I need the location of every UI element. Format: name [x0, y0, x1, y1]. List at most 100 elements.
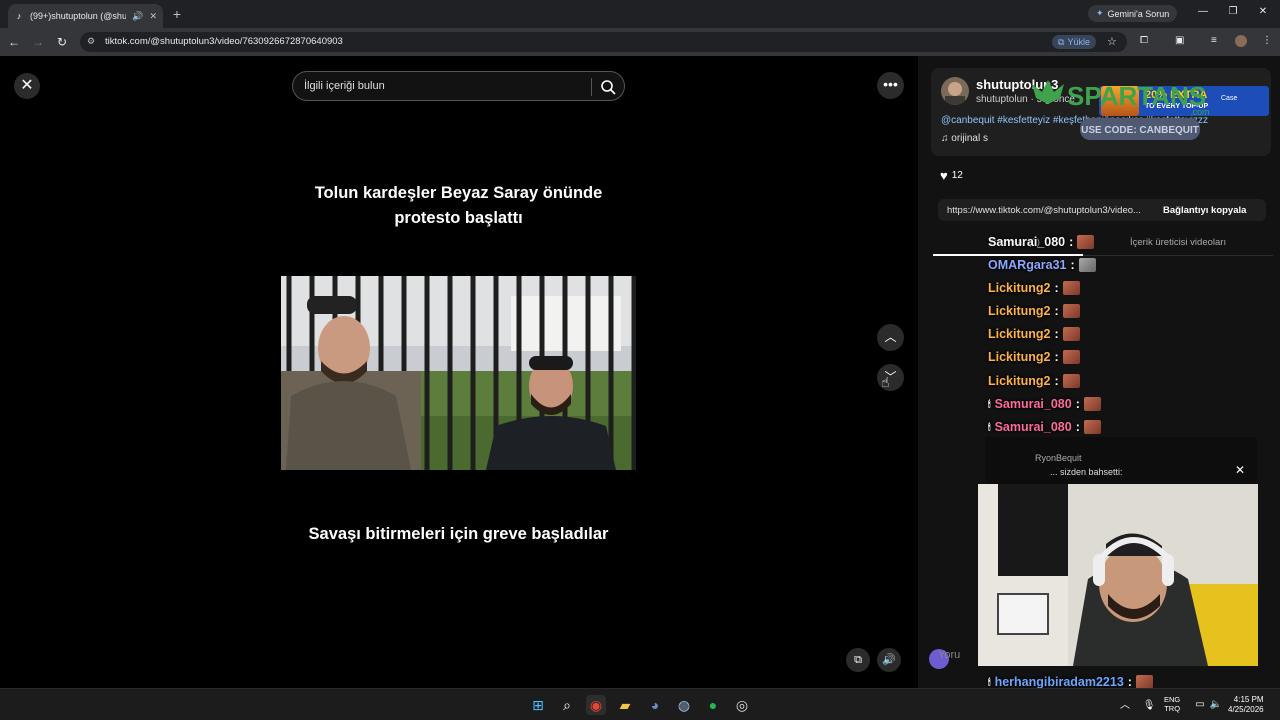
chat-separator: : — [1075, 420, 1080, 434]
minimize-icon[interactable]: — — [1194, 6, 1212, 17]
reload-icon[interactable]: ↻ — [54, 34, 70, 50]
spartans-name: SPARTANS — [1067, 81, 1206, 111]
microphone-icon: 🎙 — [1142, 700, 1156, 711]
install-icon: ⧉ — [1058, 36, 1065, 47]
mention-notification: RyonBequit ... sizden bahsetti: ✕ — [985, 437, 1257, 484]
comment-input[interactable]: Yoru — [938, 649, 960, 661]
hand-cursor-icon: ☝ — [881, 374, 890, 390]
install-label: Yükle — [1067, 37, 1090, 47]
video-photo — [281, 276, 636, 470]
chat-username: Lickitung2 — [988, 327, 1051, 341]
chat-message: 🕯Samurai_080: — [988, 420, 1101, 434]
extensions-icon[interactable]: ⧠ — [1140, 35, 1148, 46]
gemini-label: Gemini'a Sorun — [1107, 8, 1170, 19]
tab-close-icon[interactable]: ✕ — [149, 11, 157, 22]
caption-top-line2: protesto başlattı — [394, 209, 523, 227]
chat-username: Samurai_080 — [994, 420, 1072, 434]
forward-icon[interactable]: → — [30, 34, 46, 50]
tray-icons[interactable]: ︿ 🎙 — [1120, 696, 1155, 711]
video-caption-top: Tolun kardeşler Beyaz Saray önünde prote… — [281, 181, 636, 231]
share-link-text[interactable]: https://www.tiktok.com/@shutuptolun3/vid… — [947, 205, 1141, 216]
previous-video-button[interactable]: ︿ — [877, 324, 904, 351]
chat-emote-icon — [1135, 675, 1153, 689]
chat-separator: : — [1070, 258, 1075, 272]
url-text[interactable]: tiktok.com/@shutuptolun3/video/763092667… — [105, 36, 343, 47]
copy-link-button[interactable]: Bağlantıyı kopyala — [1163, 205, 1246, 216]
chat-message: Lickitung2: — [988, 374, 1080, 388]
heart-icon: ♥ — [940, 168, 948, 183]
post-music[interactable]: ♫ orijinal s — [941, 133, 988, 144]
back-icon[interactable]: ← — [6, 34, 22, 50]
tab-audio-icon[interactable]: 🔊 — [132, 11, 143, 22]
gemini-sparkle-icon: ✦ — [1096, 8, 1104, 18]
music-note-icon: ♫ — [941, 133, 952, 144]
site-info-icon[interactable]: ⚙ — [87, 36, 95, 47]
browser-tab-strip: ♪ (99+)shutuptolun (@shutu 🔊 ✕ + ✦ Gemin… — [0, 0, 1280, 28]
chat-separator: : — [1054, 327, 1059, 341]
restore-icon[interactable]: ❐ — [1224, 6, 1242, 17]
file-explorer-icon[interactable]: ▰ — [615, 695, 635, 715]
new-tab-button[interactable]: + — [170, 5, 184, 23]
like-count: 12 — [951, 170, 963, 181]
close-icon: ✕ — [20, 77, 34, 94]
chat-separator: : — [1054, 350, 1059, 364]
tab-title: (99+)shutuptolun (@shutu — [30, 11, 127, 21]
share-link-row: https://www.tiktok.com/@shutuptolun3/vid… — [938, 199, 1266, 221]
chat-message: Lickitung2: — [988, 304, 1080, 318]
video-player[interactable]: İlgili içeriği bulun Tolun kardeşler Bey… — [281, 56, 636, 688]
search-icon[interactable] — [598, 77, 618, 97]
chat-message: Samurai_080: — [988, 235, 1095, 249]
chat-username: Lickitung2 — [988, 304, 1051, 318]
streamer-webcam — [978, 484, 1258, 666]
active-tab-indicator — [933, 254, 1083, 256]
caption-top-line1: Tolun kardeşler Beyaz Saray önünde — [314, 184, 603, 202]
chat-separator: : — [1069, 235, 1074, 249]
chat-badge-icon: 🕯 — [988, 676, 991, 687]
volume-button[interactable]: 🔊 — [877, 648, 901, 672]
more-options-button[interactable]: ••• — [877, 72, 904, 99]
gemini-button[interactable]: ✦ Gemini'a Sorun — [1088, 5, 1178, 22]
chat-username: Samurai_080 — [988, 235, 1066, 249]
windows-start-icon[interactable]: ⊞ — [528, 695, 548, 715]
search-placeholder: İlgili içeriği bulun — [304, 80, 385, 92]
chat-badge-icon: 🕯 — [988, 398, 991, 409]
window-close-icon[interactable]: ✕ — [1254, 6, 1272, 17]
related-search-bar[interactable]: İlgili içeriği bulun — [292, 71, 625, 101]
app-icon[interactable]: ◎ — [732, 695, 752, 715]
notification-close-icon[interactable]: ✕ — [1235, 463, 1245, 477]
creator-avatar[interactable] — [941, 77, 969, 105]
input-language[interactable]: ENG TRQ — [1164, 695, 1180, 713]
browser-toolbar: ← → ↻ ⚙ tiktok.com/@shutuptolun3/video/7… — [0, 28, 1280, 56]
chat-username: OMARgara31 — [988, 258, 1067, 272]
spotify-icon[interactable]: ● — [703, 695, 723, 715]
chat-message: 🕯Samurai_080: — [988, 397, 1101, 411]
chat-badge-icon: 🕯 — [988, 421, 991, 432]
floating-player-button[interactable]: ⧉ — [846, 648, 870, 672]
install-app-button[interactable]: ⧉ Yükle — [1052, 35, 1096, 49]
chat-separator: : — [1054, 281, 1059, 295]
lang-line1: ENG — [1164, 695, 1181, 704]
spartans-sponsor-overlay: SPARTANS .com USE CODE: CANBEQUIT — [990, 70, 1280, 148]
sidepanel-icon[interactable]: ▣ — [1175, 35, 1184, 46]
menu-kebab-icon[interactable]: ⋮ — [1262, 35, 1272, 46]
chrome-icon[interactable]: ◉ — [586, 695, 606, 715]
search-taskbar-icon[interactable]: ⌕ — [557, 695, 577, 715]
browser-tab-tiktok[interactable]: ♪ (99+)shutuptolun (@shutu 🔊 ✕ — [8, 4, 163, 28]
chat-emote-icon — [1062, 281, 1080, 295]
address-bar[interactable]: ⚙ tiktok.com/@shutuptolun3/video/7630926… — [80, 32, 1127, 52]
steam-icon[interactable]: ◍ — [674, 695, 694, 715]
tab-creator-videos[interactable]: İçerik üreticisi videoları — [1130, 237, 1226, 248]
like-button[interactable]: ♥ 12 — [940, 168, 963, 183]
close-video-button[interactable]: ✕ — [14, 73, 40, 99]
chat-message: 🕯 herhangibiradam2213: — [988, 675, 1153, 689]
media-controls-icon[interactable]: ≡ — [1211, 35, 1217, 46]
pip-icon: ⧉ — [854, 654, 862, 666]
discord-icon[interactable]: ◕ — [645, 695, 665, 715]
bookmark-star-icon[interactable]: ☆ — [1107, 35, 1117, 48]
chat-username: herhangibiradam2213 — [994, 675, 1124, 689]
profile-avatar[interactable] — [1235, 35, 1247, 47]
volume-tray-icon[interactable]: 🔈 — [1206, 695, 1226, 715]
tray-overflow-icon[interactable]: ︿ — [1120, 700, 1130, 711]
chevron-up-icon: ︿ — [884, 330, 897, 344]
system-clock[interactable]: 4:15 PM 4/25/2026 — [1228, 695, 1264, 715]
